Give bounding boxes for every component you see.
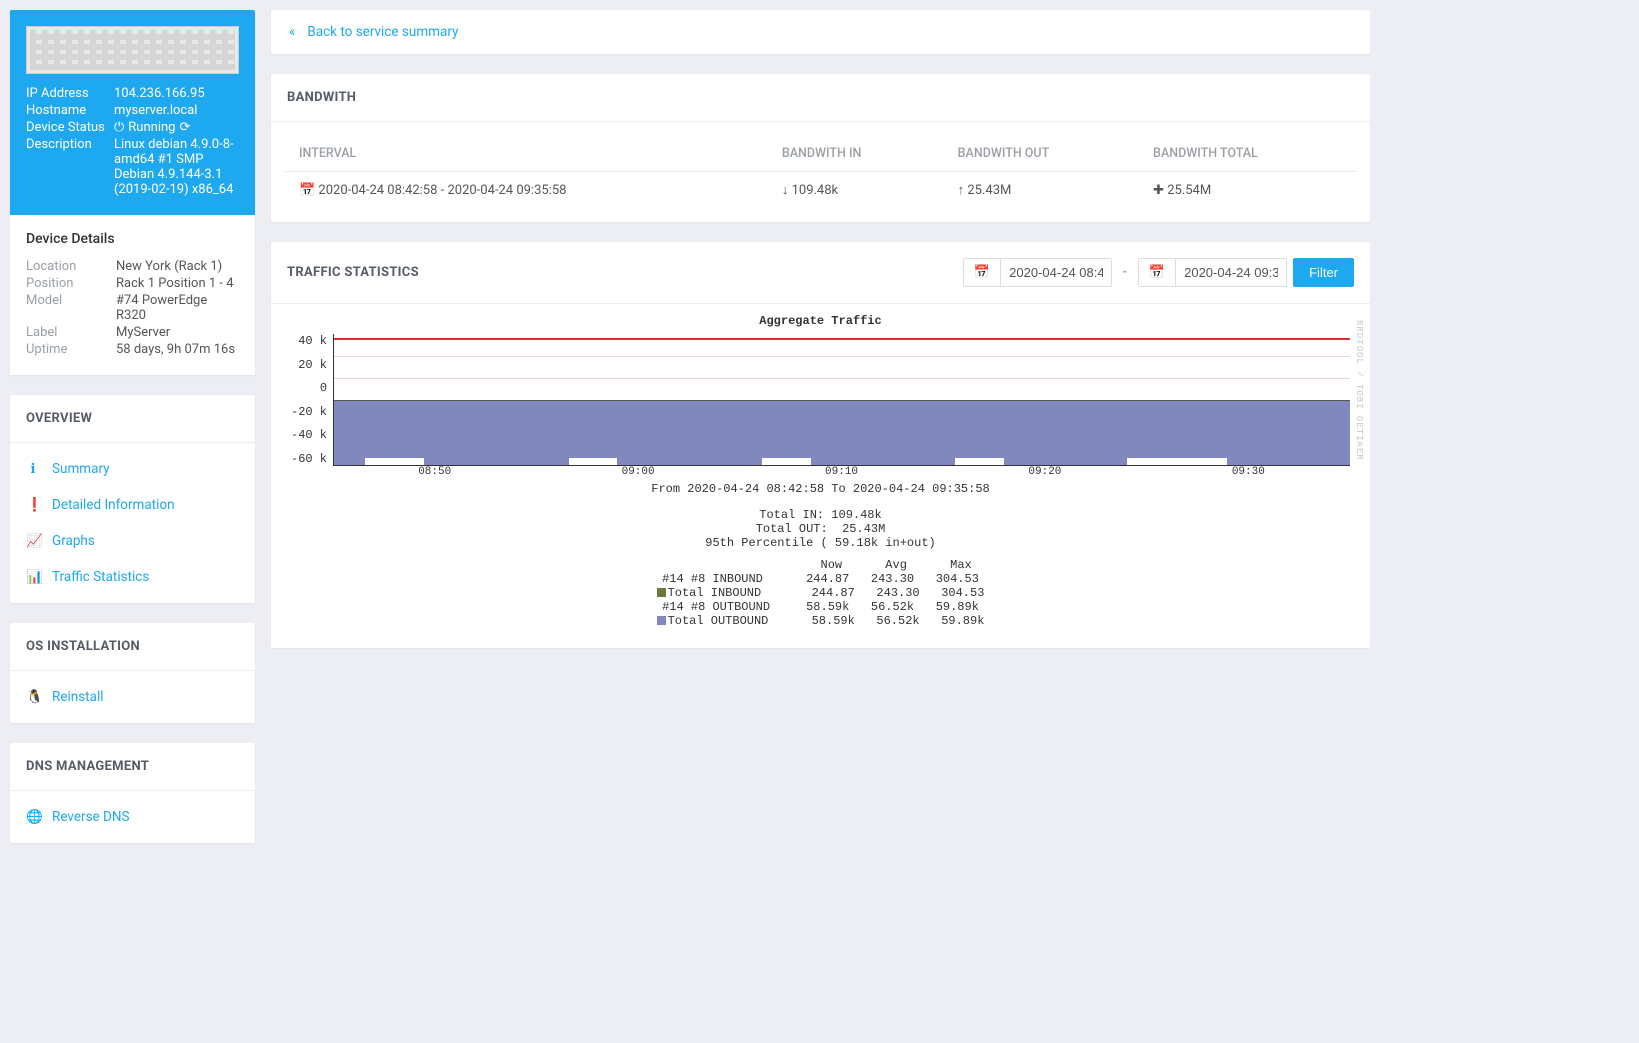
- server-image: [26, 26, 239, 74]
- power-icon: ⏻: [114, 120, 124, 135]
- y-axis: 40 k 20 k 0 -20 k -40 k -60 k: [291, 334, 333, 466]
- date-controls: 📅 - 📅 Filter: [963, 258, 1354, 287]
- chart-area-icon: 📈: [26, 533, 40, 549]
- refresh-icon[interactable]: ⟳: [179, 120, 190, 135]
- server-card: IP Address104.236.166.95 Hostnamemyserve…: [10, 10, 255, 375]
- dash: -: [1118, 265, 1131, 280]
- traffic-chart: RRDTOOL / TOBI OETIKER Aggregate Traffic…: [271, 304, 1370, 648]
- bandwidth-table: INTERVAL BANDWITH IN BANDWITH OUT BANDWI…: [285, 136, 1356, 208]
- calendar-icon: 📅: [1139, 259, 1177, 286]
- chart-totals: Total IN: 109.48k Total OUT: 25.43M 95th…: [291, 508, 1350, 550]
- traffic-card: TRAFFIC STATISTICS 📅 - 📅 Filter RRDTOOL …: [271, 242, 1370, 648]
- nav-reverse-dns[interactable]: 🌐Reverse DNS: [10, 799, 255, 835]
- x-axis: 08:50 09:00 09:10 09:20 09:30: [291, 466, 1350, 478]
- filter-button[interactable]: Filter: [1293, 258, 1354, 287]
- globe-icon: 🌐: [26, 809, 40, 825]
- bandwidth-card: BANDWITH INTERVAL BANDWITH IN BANDWITH O…: [271, 74, 1370, 222]
- linux-icon: 🐧: [26, 689, 40, 705]
- ip-label: IP Address: [26, 86, 114, 101]
- arrow-up-icon: ↑: [958, 182, 965, 198]
- nav-reinstall[interactable]: 🐧Reinstall: [10, 679, 255, 715]
- nav-detailed[interactable]: ❗Detailed Information: [10, 487, 255, 523]
- back-link[interactable]: « Back to service summary: [271, 10, 1370, 54]
- chevron-left-icon: «: [289, 24, 295, 40]
- desc-label: Description: [26, 137, 114, 197]
- from-input-group[interactable]: 📅: [963, 258, 1113, 287]
- info-icon: ℹ: [26, 461, 40, 477]
- chart-title: Aggregate Traffic: [291, 314, 1350, 328]
- back-card: « Back to service summary: [271, 10, 1370, 54]
- chart-line-icon: 📊: [26, 569, 40, 585]
- host-label: Hostname: [26, 103, 114, 118]
- host-value: myserver.local: [114, 103, 239, 118]
- threshold-line: [334, 338, 1350, 340]
- bandwidth-title: BANDWITH: [271, 74, 1370, 122]
- status-label: Device Status: [26, 120, 114, 135]
- dns-panel: DNS MANAGEMENT 🌐Reverse DNS: [10, 743, 255, 843]
- overview-panel: OVERVIEW ℹSummary ❗Detailed Information …: [10, 395, 255, 603]
- traffic-title: TRAFFIC STATISTICS: [287, 265, 419, 280]
- desc-value: Linux debian 4.9.0-8-amd64 #1 SMP Debian…: [114, 137, 239, 197]
- nav-graphs[interactable]: 📈Graphs: [10, 523, 255, 559]
- arrow-down-icon: ↓: [782, 182, 789, 198]
- from-input[interactable]: [1001, 259, 1111, 286]
- to-input[interactable]: [1176, 259, 1286, 286]
- nav-summary[interactable]: ℹSummary: [10, 451, 255, 487]
- calendar-icon: 📅: [964, 259, 1002, 286]
- calendar-icon: 📅: [299, 183, 315, 198]
- overview-title: OVERVIEW: [10, 395, 255, 443]
- to-input-group[interactable]: 📅: [1138, 258, 1288, 287]
- os-panel: OS INSTALLATION 🐧Reinstall: [10, 623, 255, 723]
- rrdtool-label: RRDTOOL / TOBI OETIKER: [1354, 320, 1364, 461]
- plus-icon: ✚: [1153, 183, 1164, 198]
- os-title: OS INSTALLATION: [10, 623, 255, 671]
- outbound-area: [334, 400, 1350, 466]
- chart-legend: Now Avg Max #14 #8 INBOUND 244.87 243.30…: [291, 558, 1350, 628]
- alert-icon: ❗: [26, 497, 40, 513]
- device-details: Device Details LocationNew York (Rack 1)…: [10, 215, 255, 375]
- status-value: ⏻ Running ⟳: [114, 120, 239, 135]
- ip-value: 104.236.166.95: [114, 86, 239, 101]
- chart-caption: From 2020-04-24 08:42:58 To 2020-04-24 0…: [291, 482, 1350, 496]
- chart-plot: [333, 334, 1350, 466]
- dns-title: DNS MANAGEMENT: [10, 743, 255, 791]
- details-title: Device Details: [26, 231, 239, 247]
- table-row: 📅 2020-04-24 08:42:58 - 2020-04-24 09:35…: [285, 172, 1356, 209]
- server-header: IP Address104.236.166.95 Hostnamemyserve…: [10, 10, 255, 215]
- nav-traffic[interactable]: 📊Traffic Statistics: [10, 559, 255, 595]
